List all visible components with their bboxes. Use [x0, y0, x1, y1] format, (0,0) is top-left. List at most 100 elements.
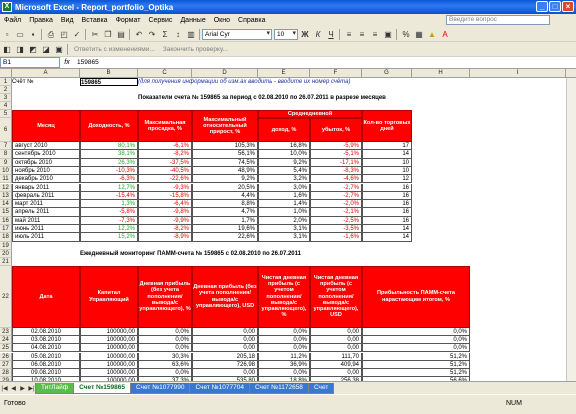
menu-data[interactable]: Данные: [176, 17, 209, 24]
italic-icon[interactable]: К: [312, 29, 324, 40]
row-header[interactable]: 11: [0, 175, 12, 184]
review-icon[interactable]: ◧: [1, 44, 13, 55]
row-header[interactable]: 21: [0, 257, 12, 266]
redo-icon[interactable]: ↷: [146, 29, 158, 40]
paste-icon[interactable]: ▤: [115, 29, 127, 40]
sheet-tab-more[interactable]: Счет: [307, 382, 335, 394]
name-box[interactable]: B1: [0, 57, 60, 68]
minimize-button[interactable]: _: [536, 1, 548, 12]
formula-input[interactable]: 159865: [74, 59, 99, 66]
borders-icon[interactable]: ▦: [413, 29, 425, 40]
menu-help[interactable]: Справка: [234, 17, 269, 24]
save-icon[interactable]: ▪: [27, 29, 39, 40]
column-header-e[interactable]: E: [258, 69, 310, 78]
font-color-icon[interactable]: A: [439, 29, 451, 40]
sheet-tab-1172658[interactable]: Счет №1172658: [248, 382, 309, 394]
row-header[interactable]: 10: [0, 166, 12, 176]
sum-icon[interactable]: Σ: [159, 29, 171, 40]
row-header[interactable]: 2: [0, 86, 12, 94]
row-header[interactable]: 4: [0, 102, 12, 110]
fill-color-icon[interactable]: ▲: [426, 29, 438, 40]
row-header[interactable]: 22: [0, 265, 12, 328]
column-header-i[interactable]: I: [470, 69, 566, 78]
cut-icon[interactable]: ✂: [89, 29, 101, 40]
sheet-tab-1077704[interactable]: Счет №1077704: [189, 382, 250, 394]
reply-with-changes-button[interactable]: Ответить с изменениями...: [70, 46, 159, 53]
next-sheet-icon[interactable]: ▶: [18, 385, 27, 392]
underline-icon[interactable]: Ч: [325, 29, 337, 40]
review-icon-2[interactable]: ◨: [14, 44, 26, 55]
maximize-button[interactable]: □: [549, 1, 561, 12]
menu-view[interactable]: Вид: [57, 17, 78, 24]
row-header[interactable]: 20: [0, 249, 12, 258]
vertical-scrollbar[interactable]: [566, 78, 576, 381]
font-size-select[interactable]: 10: [274, 28, 298, 40]
column-header-h[interactable]: H: [412, 69, 470, 78]
select-all-corner[interactable]: [0, 69, 12, 78]
sheet-tab-titlife[interactable]: ТитЛайф: [35, 382, 75, 394]
merge-icon[interactable]: ▣: [382, 29, 394, 40]
menu-file[interactable]: Файл: [0, 17, 25, 24]
review-icon-4[interactable]: ◪: [40, 44, 52, 55]
font-select[interactable]: Arial Cyr: [202, 28, 272, 40]
row-header[interactable]: 16: [0, 216, 12, 225]
end-review-button[interactable]: Закончить проверку...: [159, 46, 232, 53]
review-icon-3[interactable]: ◩: [27, 44, 39, 55]
row-header[interactable]: 25: [0, 344, 12, 353]
undo-icon[interactable]: ↶: [133, 29, 145, 40]
row-header[interactable]: 17: [0, 225, 12, 234]
row-header[interactable]: 14: [0, 200, 12, 209]
column-header-c[interactable]: C: [138, 69, 192, 78]
open-icon[interactable]: ▭: [14, 29, 26, 40]
column-header-d[interactable]: D: [192, 69, 258, 78]
row-header[interactable]: 23: [0, 327, 12, 336]
chart-icon[interactable]: ▥: [185, 29, 197, 40]
column-header-g[interactable]: G: [362, 69, 412, 78]
row-header[interactable]: 28: [0, 369, 12, 378]
copy-icon[interactable]: ❐: [102, 29, 114, 40]
align-right-icon[interactable]: ≡: [369, 29, 381, 40]
menu-insert[interactable]: Вставка: [78, 17, 112, 24]
row-header[interactable]: 12: [0, 183, 12, 192]
row-header[interactable]: 24: [0, 335, 12, 345]
review-icon-5[interactable]: ▣: [53, 44, 65, 55]
menu-edit[interactable]: Правка: [25, 17, 57, 24]
fx-icon[interactable]: fx: [60, 59, 74, 66]
worksheet-grid[interactable]: 1 2 3 4 5 6 7 8 9 10 11 12 13 14 15 16 17 18 19 20 21 22 23 24 2…: [0, 78, 566, 381]
menu-format[interactable]: Формат: [112, 17, 145, 24]
column-header-f[interactable]: F: [310, 69, 362, 78]
row-header[interactable]: 5: [0, 110, 12, 118]
account-number-cell[interactable]: 159865: [80, 78, 138, 86]
row-header[interactable]: 18: [0, 233, 12, 242]
row-header[interactable]: 6: [0, 118, 12, 142]
prev-sheet-icon[interactable]: ◀: [9, 385, 18, 392]
row-header[interactable]: 8: [0, 150, 12, 159]
column-header-a[interactable]: A: [12, 69, 80, 78]
row-header[interactable]: 1: [0, 78, 12, 86]
row-header[interactable]: 19: [0, 241, 12, 250]
row-header[interactable]: 15: [0, 208, 12, 217]
row-header[interactable]: 3: [0, 94, 12, 102]
row-header[interactable]: 9: [0, 158, 12, 167]
row-header[interactable]: 26: [0, 352, 12, 361]
close-button[interactable]: ×: [562, 1, 574, 12]
spellcheck-icon[interactable]: ✓: [71, 29, 83, 40]
sheet-tab-1077990[interactable]: Счет №1077990: [130, 382, 191, 394]
new-icon[interactable]: ▫: [1, 29, 13, 40]
align-left-icon[interactable]: ≡: [343, 29, 355, 40]
row-header[interactable]: 27: [0, 360, 12, 370]
menu-window[interactable]: Окно: [210, 17, 234, 24]
print-icon[interactable]: ⎙: [45, 29, 57, 40]
sheet-tab-159865[interactable]: Счет №159865: [73, 382, 131, 394]
menu-tools[interactable]: Сервис: [144, 17, 176, 24]
sort-icon[interactable]: ↕: [172, 29, 184, 40]
column-header-b[interactable]: B: [80, 69, 138, 78]
align-center-icon[interactable]: ≡: [356, 29, 368, 40]
first-sheet-icon[interactable]: |◀: [0, 385, 9, 392]
percent-icon[interactable]: %: [400, 29, 412, 40]
preview-icon[interactable]: ◰: [58, 29, 70, 40]
bold-icon[interactable]: Ж: [299, 29, 311, 40]
row-header[interactable]: 7: [0, 142, 12, 151]
row-header[interactable]: 13: [0, 191, 12, 201]
help-search-input[interactable]: Введите вопрос: [446, 15, 550, 25]
